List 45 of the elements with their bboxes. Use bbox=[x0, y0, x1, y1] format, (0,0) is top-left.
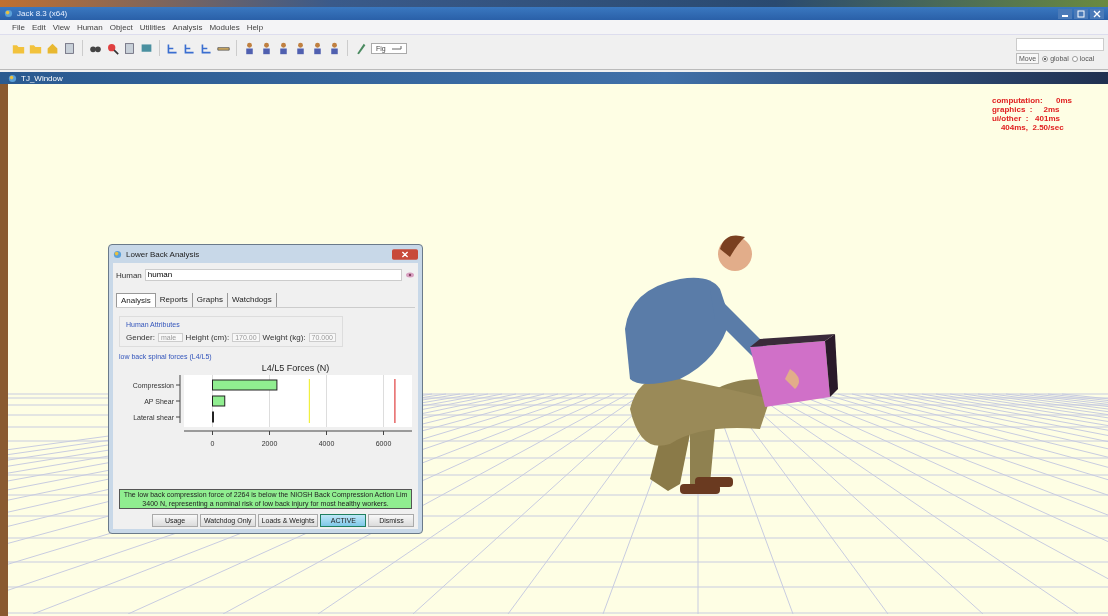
limit-line bbox=[308, 378, 310, 424]
y-axis bbox=[175, 375, 180, 424]
height-label: Height (cm): bbox=[185, 333, 230, 342]
menu-item[interactable]: File bbox=[12, 22, 25, 32]
weight-label: Weight (kg): bbox=[262, 333, 306, 342]
menu-item[interactable]: Human bbox=[76, 22, 103, 32]
page-icon[interactable] bbox=[123, 41, 136, 55]
eye-icon[interactable] bbox=[405, 271, 415, 279]
person-icon[interactable] bbox=[328, 41, 341, 55]
person-icon[interactable] bbox=[277, 41, 290, 55]
menu-item[interactable]: Edit bbox=[31, 22, 46, 32]
menu-item[interactable]: Analysis bbox=[172, 22, 203, 32]
input-field[interactable] bbox=[1016, 38, 1104, 51]
app-logo-icon bbox=[4, 9, 13, 18]
subwindow-title: TJ_Window bbox=[21, 73, 63, 83]
monitor-icon[interactable] bbox=[140, 41, 153, 55]
person-icon[interactable] bbox=[260, 41, 273, 55]
window-title: Jack 8.3 (x64) bbox=[17, 9, 68, 18]
menu-item[interactable]: Object bbox=[109, 22, 133, 32]
person-icon[interactable] bbox=[311, 41, 324, 55]
menu-item[interactable]: Utilities bbox=[139, 22, 166, 32]
bar bbox=[211, 395, 225, 407]
dialog-title: Lower Back Analysis bbox=[126, 249, 200, 259]
gender-label: Gender: bbox=[126, 333, 155, 342]
person-icon[interactable] bbox=[294, 41, 307, 55]
menu-item[interactable]: Help bbox=[246, 22, 264, 32]
app-logo-icon bbox=[8, 73, 17, 83]
app-logo-icon bbox=[113, 249, 122, 259]
maximize-icon[interactable] bbox=[1074, 8, 1088, 19]
bar bbox=[211, 411, 214, 423]
human-label: Human bbox=[116, 270, 142, 280]
human-field[interactable]: human bbox=[144, 269, 402, 281]
menu-item[interactable]: Modules bbox=[209, 22, 240, 32]
limit-line bbox=[393, 378, 395, 424]
timing-readout: computation: 0ms graphics : 2ms ui/other : 401ms 404ms, 2.50/sec bbox=[992, 96, 1072, 132]
tab[interactable]: Analysis bbox=[116, 293, 156, 307]
person-icon[interactable] bbox=[243, 41, 256, 55]
minimize-icon[interactable] bbox=[1058, 8, 1072, 19]
close-icon[interactable] bbox=[392, 248, 418, 260]
chart-title: L4/L5 Forces (N) bbox=[260, 363, 330, 373]
close-icon[interactable] bbox=[1090, 8, 1104, 19]
magnifier-icon[interactable] bbox=[106, 41, 119, 55]
menu-item[interactable]: View bbox=[52, 22, 70, 32]
bar bbox=[211, 379, 277, 391]
page-icon[interactable] bbox=[63, 41, 76, 55]
